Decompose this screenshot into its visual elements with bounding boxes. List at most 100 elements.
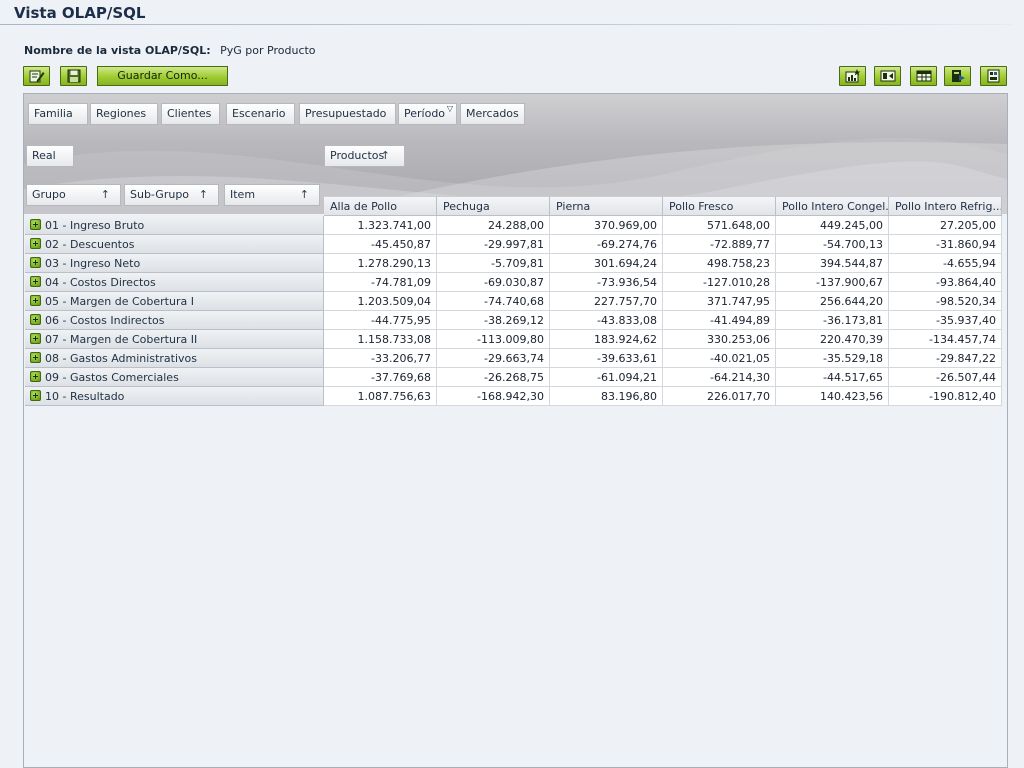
filter-dimension-chip[interactable]: Regiones: [90, 103, 158, 125]
expand-plus-icon[interactable]: [30, 295, 41, 306]
row-header[interactable]: 02 - Descuentos: [25, 235, 324, 254]
row-dimension-label: Sub-Grupo: [130, 188, 190, 201]
expand-plus-icon[interactable]: [30, 238, 41, 249]
row-header[interactable]: 05 - Margen de Cobertura I: [25, 292, 324, 311]
data-cell: -127.010,28: [663, 273, 776, 292]
column-header[interactable]: Pollo Intero Refrig...: [889, 196, 1002, 216]
column-header[interactable]: Alla de Pollo: [324, 196, 437, 216]
row-dimension-label: Item: [230, 188, 256, 201]
data-cell: 498.758,23: [663, 254, 776, 273]
save-icon: [67, 69, 80, 83]
filter-dimension-chip[interactable]: Mercados: [460, 103, 525, 125]
data-cell: -41.494,89: [663, 311, 776, 330]
data-cell: -29.847,22: [889, 349, 1002, 368]
view-name-row: Nombre de la vista OLAP/SQL: PyG por Pro…: [24, 44, 316, 57]
row-header-label: 05 - Margen de Cobertura I: [45, 295, 194, 308]
data-cell: 301.694,24: [550, 254, 663, 273]
row-header-label: 06 - Costos Indirectos: [45, 314, 165, 327]
filter-dimension-chip[interactable]: Escenario: [226, 103, 295, 125]
row-header[interactable]: 09 - Gastos Comerciales: [25, 368, 324, 387]
filter-dimension-chip[interactable]: Clientes: [161, 103, 220, 125]
row-dimension-chip[interactable]: Sub-Grupo ↑: [124, 184, 219, 206]
edit-button[interactable]: [23, 66, 50, 86]
expand-plus-icon[interactable]: [30, 219, 41, 230]
data-cell: -74.781,09: [324, 273, 437, 292]
column-header[interactable]: Pollo Intero Congel...: [776, 196, 889, 216]
data-cell: -64.214,30: [663, 368, 776, 387]
swap-axes-button[interactable]: [874, 66, 901, 86]
table-view-button[interactable]: [910, 66, 937, 86]
data-cell: 256.644,20: [776, 292, 889, 311]
data-cell: 227.757,70: [550, 292, 663, 311]
row-header[interactable]: 04 - Costos Directos: [25, 273, 324, 292]
data-cell: -61.094,21: [550, 368, 663, 387]
filter-dimension-label: Período: [404, 107, 446, 120]
expand-plus-icon[interactable]: [30, 371, 41, 382]
edit-icon: [29, 70, 44, 83]
save-button[interactable]: [60, 66, 87, 86]
expand-plus-icon[interactable]: [30, 352, 41, 363]
column-header[interactable]: Pechuga: [437, 196, 550, 216]
column-dimension-chip[interactable]: Productos ↑: [324, 145, 405, 167]
data-cell: 330.253,06: [663, 330, 776, 349]
view-name-value: PyG por Producto: [220, 44, 316, 57]
save-as-button[interactable]: Guardar Como...: [97, 66, 228, 86]
row-header-label: 02 - Descuentos: [45, 238, 135, 251]
data-cell: -43.833,08: [550, 311, 663, 330]
expand-plus-icon[interactable]: [30, 276, 41, 287]
filter-dimension-label: Clientes: [167, 107, 212, 120]
expand-plus-icon[interactable]: [30, 314, 41, 325]
data-cell: 1.158.733,08: [324, 330, 437, 349]
data-cell: -98.520,34: [889, 292, 1002, 311]
data-cell: -73.936,54: [550, 273, 663, 292]
data-cell: 449.245,00: [776, 216, 889, 235]
data-cell: -113.009,80: [437, 330, 550, 349]
column-header[interactable]: Pierna: [550, 196, 663, 216]
expand-plus-icon[interactable]: [30, 390, 41, 401]
data-cell: -69.274,76: [550, 235, 663, 254]
data-cell: -35.529,18: [776, 349, 889, 368]
row-header[interactable]: 07 - Margen de Cobertura II: [25, 330, 324, 349]
column-header[interactable]: Pollo Fresco: [663, 196, 776, 216]
data-cell: -190.812,40: [889, 387, 1002, 406]
row-dimension-chip[interactable]: Grupo ↑: [26, 184, 121, 206]
row-header-label: 10 - Resultado: [45, 390, 125, 403]
filter-dimension-chip[interactable]: Período ▽: [398, 103, 457, 125]
data-cell: 371.747,95: [663, 292, 776, 311]
sort-arrow-icon: ↑: [380, 149, 390, 162]
row-header[interactable]: 03 - Ingreso Neto: [25, 254, 324, 273]
row-header[interactable]: 06 - Costos Indirectos: [25, 311, 324, 330]
add-chart-button[interactable]: [839, 66, 866, 86]
data-cell: -29.997,81: [437, 235, 550, 254]
filter-dimension-label: Regiones: [96, 107, 147, 120]
data-cell: -33.206,77: [324, 349, 437, 368]
row-header[interactable]: 08 - Gastos Administrativos: [25, 349, 324, 368]
row-header[interactable]: 10 - Resultado: [25, 387, 324, 406]
data-cell: 140.423,56: [776, 387, 889, 406]
data-cell: 24.288,00: [437, 216, 550, 235]
row-header-label: 03 - Ingreso Neto: [45, 257, 141, 270]
add-chart-icon: [845, 69, 860, 83]
data-cell: -137.900,67: [776, 273, 889, 292]
data-cell: -29.663,74: [437, 349, 550, 368]
expand-plus-icon[interactable]: [30, 257, 41, 268]
data-cell: -45.450,87: [324, 235, 437, 254]
page-title: Vista OLAP/SQL: [14, 4, 146, 22]
filter-dimension-label: Presupuestado: [305, 107, 387, 120]
row-dimension-chip[interactable]: Item ↑: [224, 184, 320, 206]
data-cell: 183.924,62: [550, 330, 663, 349]
row-header[interactable]: 01 - Ingreso Bruto: [25, 216, 324, 235]
data-cell: 27.205,00: [889, 216, 1002, 235]
scenario-dimension-chip[interactable]: Real: [26, 145, 74, 167]
data-cell: 220.470,39: [776, 330, 889, 349]
expand-plus-icon[interactable]: [30, 333, 41, 344]
filter-dimension-chip[interactable]: Presupuestado: [299, 103, 396, 125]
olap-pivot-table: Familia Regiones Clientes Escenario Presupue…: [23, 93, 1008, 768]
table-view-icon: [916, 70, 931, 82]
data-cell: -168.942,30: [437, 387, 550, 406]
export-button[interactable]: [944, 66, 971, 86]
settings-button[interactable]: [980, 66, 1007, 86]
scenario-dimension-label: Real: [32, 149, 56, 162]
filter-dimension-chip[interactable]: Familia: [28, 103, 88, 125]
sort-arrow-icon: ↑: [100, 188, 110, 201]
